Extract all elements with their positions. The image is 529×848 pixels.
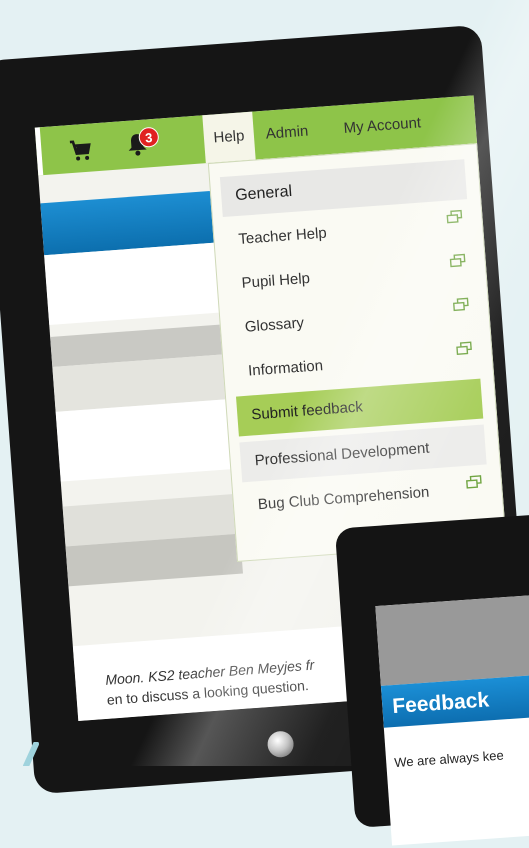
menu-item-label: Pupil Help bbox=[241, 269, 311, 292]
phone-device: Feedback We are always kee bbox=[334, 511, 529, 846]
external-link-icon bbox=[466, 475, 482, 489]
help-dropdown-menu: General Teacher Help Pupil Help Glossary bbox=[207, 143, 507, 562]
content-panel bbox=[44, 242, 224, 326]
notification-badge: 3 bbox=[138, 126, 160, 148]
menu-item-label: Professional Development bbox=[254, 439, 430, 470]
menu-item-label: Submit feedback bbox=[250, 398, 364, 424]
cart-icon[interactable] bbox=[68, 137, 94, 163]
nav-help[interactable]: Help bbox=[202, 111, 256, 164]
phone-body-text: We are always kee bbox=[393, 747, 505, 771]
phone-screen: Feedback We are always kee bbox=[375, 592, 529, 846]
nav-my-account[interactable]: My Account bbox=[342, 99, 423, 153]
home-button bbox=[266, 730, 295, 759]
external-link-icon bbox=[453, 297, 469, 312]
menu-item-label: Information bbox=[247, 357, 324, 380]
phone-header-area bbox=[375, 592, 529, 686]
menu-item-label: General bbox=[234, 182, 293, 205]
menu-item-label: Glossary bbox=[244, 314, 305, 336]
decorative-swoosh-icon bbox=[23, 742, 39, 766]
external-link-icon bbox=[456, 341, 472, 355]
topbar-left-edge bbox=[34, 127, 44, 176]
external-link-icon bbox=[449, 253, 466, 268]
external-link-icon bbox=[446, 209, 463, 224]
nav-admin[interactable]: Admin bbox=[264, 108, 310, 159]
menu-item-label: Teacher Help bbox=[237, 224, 328, 248]
menu-item-label: Bug Club Comprehension bbox=[257, 483, 430, 514]
content-panel bbox=[55, 399, 236, 482]
